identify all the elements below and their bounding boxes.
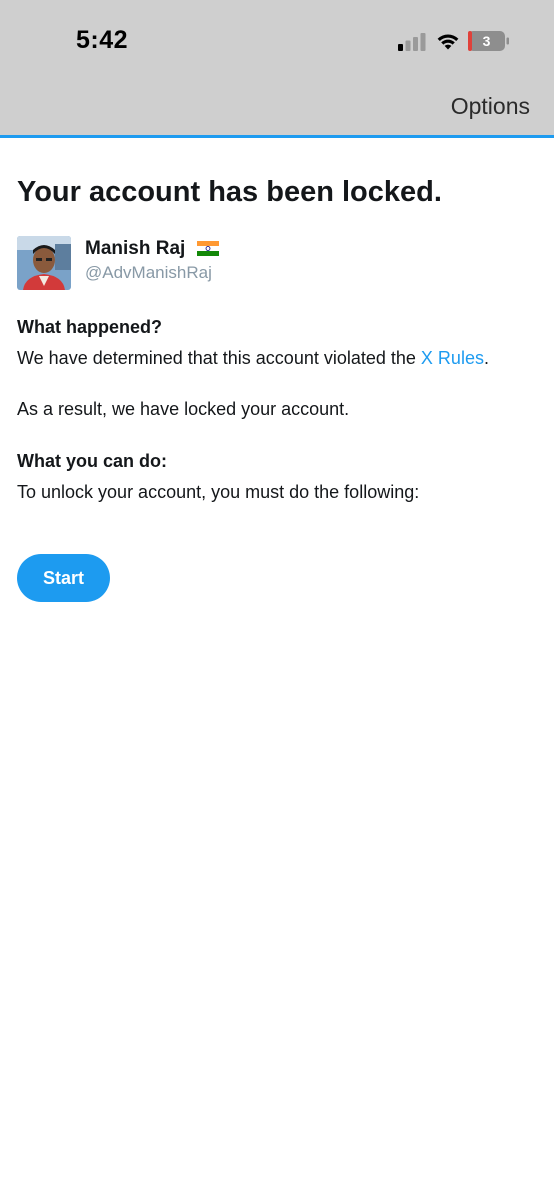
options-button[interactable]: Options — [451, 93, 530, 120]
battery-level-text: 3 — [483, 33, 491, 49]
status-time: 5:42 — [76, 26, 129, 54]
user-name-text: Manish Raj — [85, 238, 186, 259]
cellular-signal-icon — [398, 33, 426, 51]
avatar-image — [17, 236, 71, 290]
unlock-instructions-text: To unlock your account, you must do the … — [17, 482, 420, 502]
page-title: Your account has been locked. — [17, 176, 442, 208]
what-happened-heading: What happened? — [17, 317, 162, 337]
avatar — [17, 236, 71, 290]
start-button[interactable]: Start — [17, 554, 110, 602]
user-handle: @AdvManishRaj — [85, 263, 212, 282]
india-flag-icon — [196, 241, 219, 256]
violation-text-suffix: . — [483, 348, 489, 368]
x-rules-link[interactable]: X Rules — [421, 348, 484, 368]
violation-text: We have determined that this account vio… — [17, 348, 489, 369]
what-you-can-do-heading: What you can do: — [17, 451, 167, 471]
battery-icon: 3 — [468, 31, 509, 51]
header-bar: 5:42 3 Options — [0, 0, 554, 138]
result-text: As a result, we have locked your account… — [17, 399, 350, 419]
wifi-icon — [437, 34, 459, 50]
user-name: Manish Raj — [85, 238, 219, 260]
violation-text-prefix: We have determined that this account vio… — [17, 348, 421, 368]
